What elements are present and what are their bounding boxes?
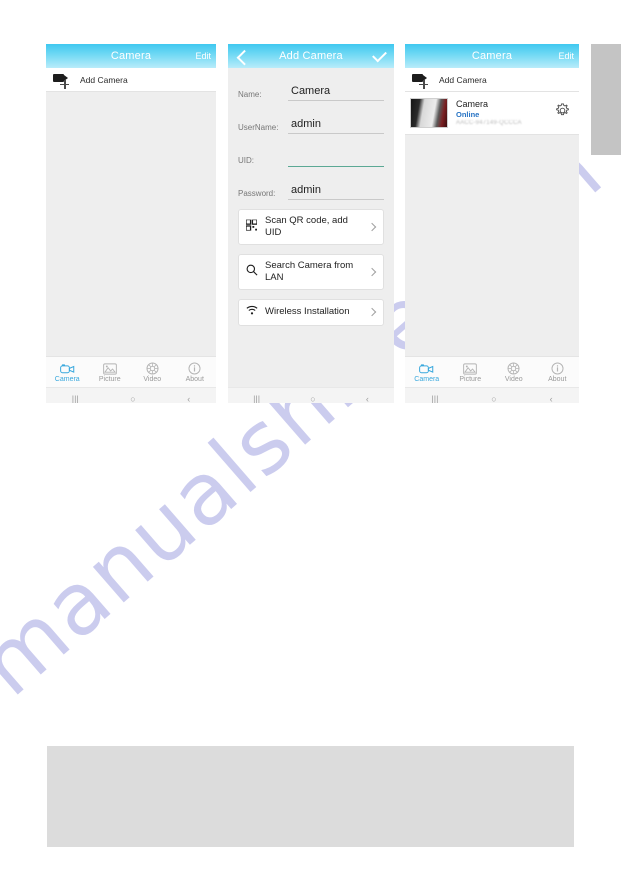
camera-info: Camera Online AACC-947149-QCCCA (456, 99, 522, 127)
tab-picture-label: Picture (459, 375, 482, 383)
status-badge: Online (456, 110, 480, 120)
camera-settings-button[interactable] (555, 103, 570, 123)
picture-icon (102, 362, 117, 375)
android-home-button[interactable]: ○ (130, 394, 135, 404)
page-title: Camera (110, 50, 152, 62)
tab-video[interactable]: Video (492, 357, 536, 388)
name-input[interactable]: Camera (288, 85, 384, 101)
tab-camera[interactable]: Camera (405, 357, 449, 388)
name-label: Name: (238, 90, 262, 99)
camcorder-add-icon (53, 73, 71, 89)
android-nav-bar-1: ||| ○ ‹ (46, 387, 216, 403)
android-back-button[interactable]: ‹ (550, 394, 553, 404)
video-icon (507, 362, 520, 375)
camera-uid: AACC-947149-QCCCA (456, 119, 522, 126)
page-title: Add Camera (279, 50, 343, 62)
scan-qr-label: Scan QR code, add UID (265, 215, 348, 238)
add-camera-label: Add Camera (80, 74, 128, 85)
chevron-right-icon (367, 307, 377, 317)
page-title: Camera (471, 50, 513, 62)
tab-about[interactable]: About (174, 357, 217, 388)
android-recent-button[interactable]: ||| (431, 394, 438, 404)
scan-qr-button[interactable]: Scan QR code, add UID (238, 209, 384, 245)
tab-about[interactable]: About (536, 357, 580, 388)
camera-thumbnail (410, 98, 448, 128)
edit-button[interactable]: Edit (558, 51, 574, 61)
android-recent-button[interactable]: ||| (72, 394, 79, 404)
edit-button[interactable]: Edit (195, 51, 211, 61)
camera-name: Camera (456, 98, 489, 109)
app-header-2: Add Camera (228, 44, 394, 68)
picture-icon (463, 362, 478, 375)
search-lan-button[interactable]: Search Camera from LAN (238, 253, 384, 290)
app-header-3: Camera Edit (405, 44, 579, 68)
camera-list-item[interactable]: Camera Online AACC-947149-QCCCA (405, 92, 579, 135)
tab-picture[interactable]: Picture (89, 357, 132, 388)
bottom-tabbar-3: Camera Picture Video About (405, 356, 579, 388)
password-input[interactable]: admin (288, 184, 384, 200)
android-nav-bar-3: ||| ○ ‹ (405, 387, 579, 403)
camcorder-add-icon (412, 73, 430, 89)
chevron-left-icon[interactable] (236, 49, 253, 66)
tab-picture[interactable]: Picture (449, 357, 493, 388)
android-recent-button[interactable]: ||| (253, 394, 260, 404)
phone-screenshot-2: Add Camera Name: Camera UserName: admin … (228, 44, 394, 403)
username-field-row: UserName: admin (238, 101, 384, 134)
tab-video-label: Video (143, 376, 162, 383)
tab-video[interactable]: Video (131, 357, 174, 388)
android-nav-bar-2: ||| ○ ‹ (228, 387, 394, 403)
bottom-content-box (47, 746, 574, 847)
check-icon[interactable] (372, 47, 387, 63)
search-lan-label: Search Camera from LAN (265, 259, 354, 283)
bottom-tabbar-1: Camera Picture Video About (46, 356, 216, 388)
uid-input[interactable] (288, 151, 384, 167)
camera-list-1: Add Camera (46, 68, 216, 403)
phone-screenshot-1: Camera Edit Add Camera Camera Picture Vi… (46, 44, 216, 403)
tab-camera[interactable]: Camera (46, 357, 89, 388)
add-camera-label: Add Camera (439, 74, 487, 85)
info-icon (551, 362, 564, 375)
uid-label: UID: (238, 156, 254, 165)
add-camera-row[interactable]: Add Camera (46, 68, 216, 92)
tab-camera-label: Camera (54, 375, 80, 383)
wireless-install-label: Wireless Installation (265, 306, 350, 318)
tab-about-label: About (548, 376, 567, 383)
phone-screenshot-3: Camera Edit Add Camera Camera Online AAC… (405, 44, 579, 403)
password-label: Password: (238, 189, 276, 198)
android-home-button[interactable]: ○ (491, 394, 496, 404)
info-icon (188, 362, 201, 375)
add-camera-form: Name: Camera UserName: admin UID: Passwo… (228, 68, 394, 403)
uid-field-row: UID: (238, 134, 384, 167)
qr-code-icon (245, 218, 258, 234)
gear-icon (556, 103, 569, 116)
username-input[interactable]: admin (288, 118, 384, 134)
android-back-button[interactable]: ‹ (187, 394, 190, 404)
password-field-row: Password: admin (238, 167, 384, 200)
camera-icon (419, 363, 434, 373)
name-field-row: Name: Camera (238, 68, 384, 101)
wireless-install-button[interactable]: Wireless Installation (238, 298, 384, 326)
chevron-right-icon (367, 222, 377, 232)
video-icon (146, 362, 159, 375)
wifi-icon (246, 305, 258, 319)
add-camera-row[interactable]: Add Camera (405, 68, 579, 92)
tab-video-label: Video (504, 376, 523, 383)
app-header-1: Camera Edit (46, 44, 216, 68)
camera-list-3: Add Camera Camera Online AACC-947149-QCC… (405, 68, 579, 403)
android-back-button[interactable]: ‹ (366, 394, 369, 404)
android-home-button[interactable]: ○ (310, 394, 315, 404)
camera-icon (59, 363, 74, 373)
tab-picture-label: Picture (98, 375, 121, 383)
search-icon (246, 264, 258, 280)
side-tab-panel (591, 44, 621, 155)
tab-about-label: About (185, 376, 204, 383)
chevron-right-icon (367, 267, 377, 276)
username-label: UserName: (238, 123, 279, 132)
tab-camera-label: Camera (414, 375, 440, 383)
